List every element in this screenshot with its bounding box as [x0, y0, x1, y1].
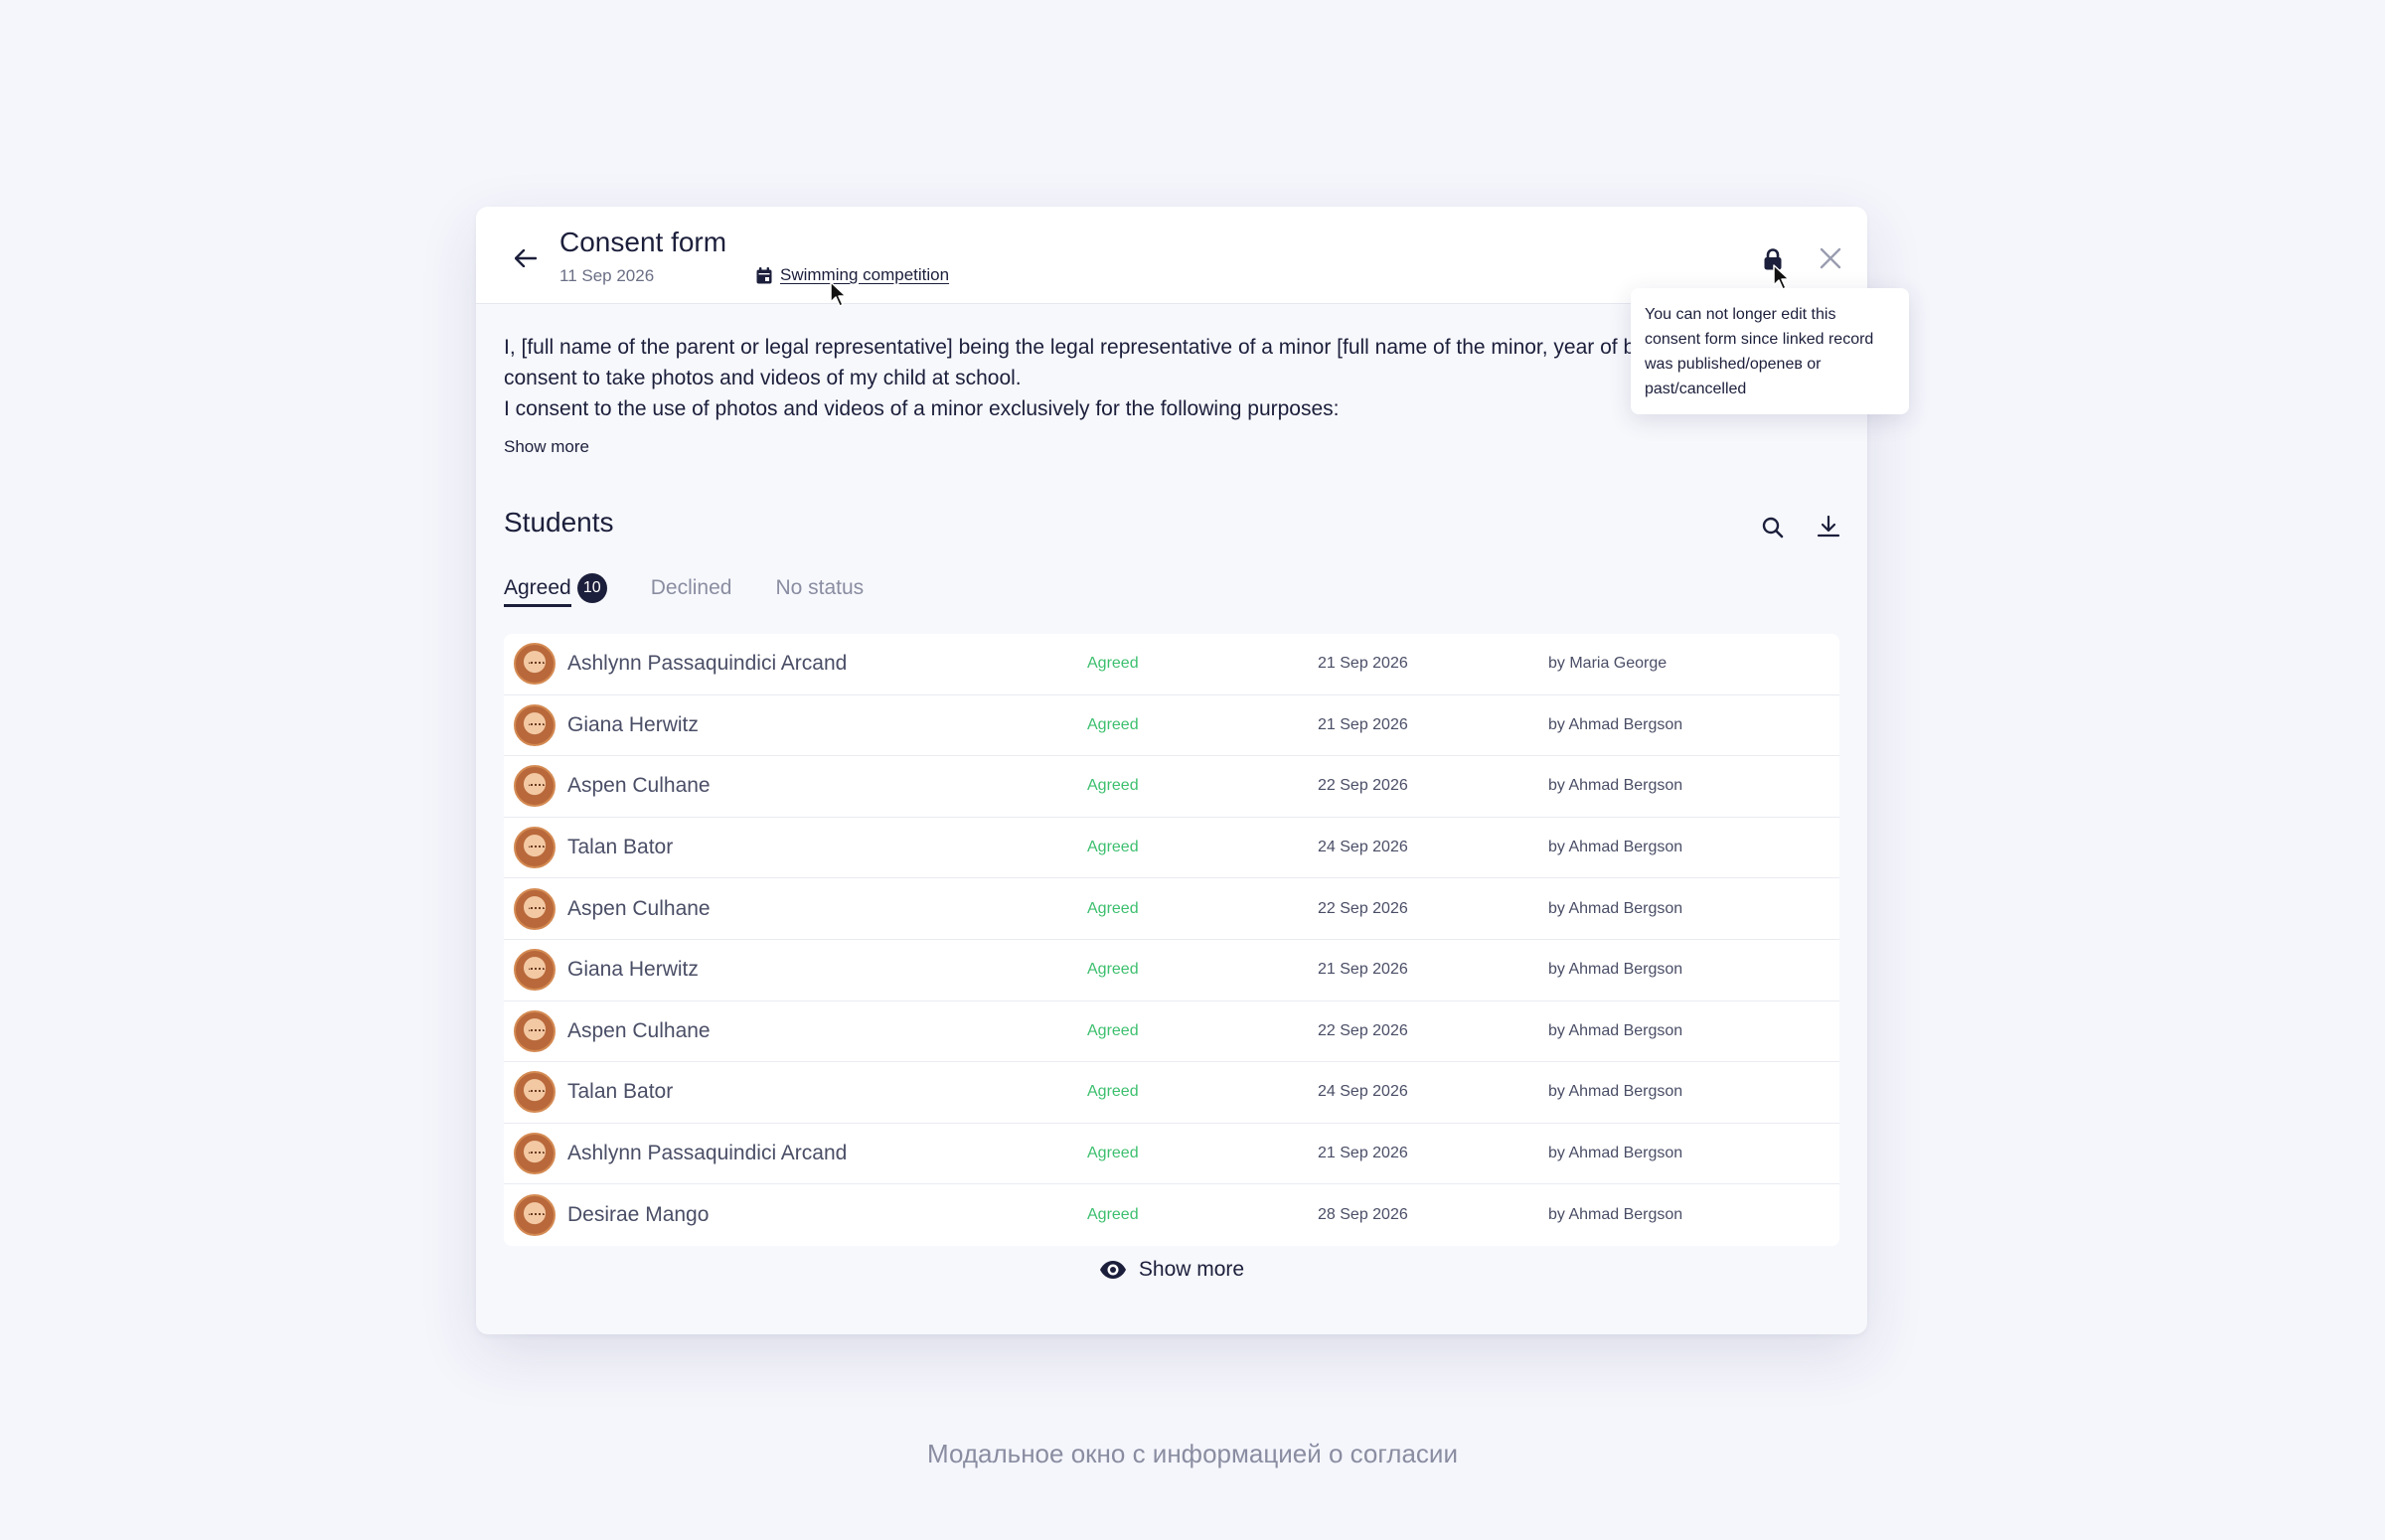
students-section-title: Students: [504, 507, 614, 538]
lock-button[interactable]: [1758, 244, 1788, 274]
close-icon: [1820, 247, 1841, 269]
status-label: Agreed: [1087, 1083, 1139, 1101]
response-date: 22 Sep 2026: [1318, 777, 1408, 795]
tab-agreed[interactable]: Agreed 10: [504, 570, 607, 607]
response-date: 28 Sep 2026: [1318, 1206, 1408, 1224]
tab-declined[interactable]: Declined: [651, 570, 732, 606]
status-label: Agreed: [1087, 1206, 1139, 1224]
responder-name: by Ahmad Bergson: [1548, 715, 1683, 733]
table-row[interactable]: Aspen Culhane Agreed 22 Sep 2026 by Ahma…: [504, 1001, 1839, 1063]
student-name: Ashlynn Passaquindici Arcand: [567, 652, 848, 676]
responder-name: by Ahmad Bergson: [1548, 839, 1683, 856]
status-label: Agreed: [1087, 899, 1139, 917]
status-label: Agreed: [1087, 1021, 1139, 1039]
table-row[interactable]: Ashlynn Passaquindici Arcand Agreed 21 S…: [504, 634, 1839, 695]
student-name: Aspen Culhane: [567, 1018, 711, 1042]
form-date: 11 Sep 2026: [559, 266, 655, 285]
avatar: [514, 887, 556, 930]
avatar: [514, 765, 556, 808]
avatar: [514, 643, 556, 686]
student-name: Talan Bator: [567, 836, 674, 859]
locked-tooltip: You can not longer edit this consent for…: [1631, 288, 1909, 414]
download-icon: [1817, 515, 1840, 538]
student-name: Aspen Culhane: [567, 896, 711, 920]
responder-name: by Ahmad Bergson: [1548, 1145, 1683, 1162]
tab-no-status[interactable]: No status: [775, 570, 864, 606]
student-name: Ashlynn Passaquindici Arcand: [567, 1142, 848, 1165]
status-label: Agreed: [1087, 715, 1139, 733]
avatar: [514, 1009, 556, 1052]
tab-agreed-label: Agreed: [504, 576, 571, 607]
arrow-left-icon: [515, 249, 537, 267]
search-icon: [1762, 517, 1784, 539]
responder-name: by Ahmad Bergson: [1548, 899, 1683, 917]
calendar-icon: [756, 266, 772, 283]
tab-no-status-label: No status: [775, 576, 865, 599]
table-row[interactable]: Ashlynn Passaquindici Arcand Agreed 21 S…: [504, 1124, 1839, 1185]
responder-name: by Maria George: [1548, 655, 1668, 673]
status-label: Agreed: [1087, 839, 1139, 856]
download-button[interactable]: [1811, 509, 1846, 544]
show-more-button[interactable]: Show more: [476, 1258, 1867, 1282]
student-name: Aspen Culhane: [567, 774, 711, 798]
table-row[interactable]: Giana Herwitz Agreed 21 Sep 2026 by Ahma…: [504, 940, 1839, 1001]
response-date: 22 Sep 2026: [1318, 1021, 1408, 1039]
response-date: 21 Sep 2026: [1318, 655, 1408, 673]
consent-show-more-link[interactable]: Show more: [504, 437, 589, 457]
avatar: [514, 703, 556, 746]
table-row[interactable]: Aspen Culhane Agreed 22 Sep 2026 by Ahma…: [504, 756, 1839, 818]
table-row[interactable]: Talan Bator Agreed 24 Sep 2026 by Ahmad …: [504, 818, 1839, 879]
responder-name: by Ahmad Bergson: [1548, 961, 1683, 979]
responder-name: by Ahmad Bergson: [1548, 1021, 1683, 1039]
avatar: [514, 1071, 556, 1114]
responder-name: by Ahmad Bergson: [1548, 1083, 1683, 1101]
eye-icon: [1099, 1261, 1126, 1279]
response-date: 21 Sep 2026: [1318, 961, 1408, 979]
search-button[interactable]: [1756, 511, 1790, 544]
status-label: Agreed: [1087, 777, 1139, 795]
response-date: 21 Sep 2026: [1318, 1145, 1408, 1162]
lock-icon: [1764, 248, 1782, 270]
table-row[interactable]: Talan Bator Agreed 24 Sep 2026 by Ahmad …: [504, 1062, 1839, 1124]
student-name: Talan Bator: [567, 1080, 674, 1104]
show-more-label: Show more: [1138, 1258, 1245, 1281]
avatar: [514, 949, 556, 992]
image-caption: Модальное окно с информацией о согласии: [927, 1439, 1458, 1468]
tab-declined-label: Declined: [650, 576, 732, 599]
table-row[interactable]: Giana Herwitz Agreed 21 Sep 2026 by Ahma…: [504, 695, 1839, 757]
linked-record-link[interactable]: Swimming competition: [756, 265, 949, 285]
student-name: Desirae Mango: [567, 1203, 710, 1227]
student-name: Giana Herwitz: [567, 712, 699, 736]
response-date: 21 Sep 2026: [1318, 715, 1408, 733]
status-label: Agreed: [1087, 655, 1139, 673]
avatar: [514, 1133, 556, 1175]
avatar: [514, 1194, 556, 1237]
students-table: Ashlynn Passaquindici Arcand Agreed 21 S…: [504, 634, 1839, 1246]
close-button[interactable]: [1813, 240, 1848, 276]
table-row[interactable]: Aspen Culhane Agreed 22 Sep 2026 by Ahma…: [504, 878, 1839, 940]
table-row[interactable]: Desirae Mango Agreed 28 Sep 2026 by Ahma…: [504, 1184, 1839, 1246]
student-name: Giana Herwitz: [567, 958, 699, 982]
avatar: [514, 827, 556, 869]
linked-record-label: Swimming competition: [780, 265, 950, 284]
response-date: 24 Sep 2026: [1318, 1083, 1408, 1101]
status-label: Agreed: [1087, 961, 1139, 979]
back-button[interactable]: [506, 238, 546, 278]
page-title: Consent form: [559, 227, 727, 257]
responder-name: by Ahmad Bergson: [1548, 777, 1683, 795]
status-tabs: Agreed 10 Declined No status: [504, 570, 864, 614]
status-label: Agreed: [1087, 1145, 1139, 1162]
responder-name: by Ahmad Bergson: [1548, 1206, 1683, 1224]
response-date: 22 Sep 2026: [1318, 899, 1408, 917]
response-date: 24 Sep 2026: [1318, 839, 1408, 856]
agreed-count-badge: 10: [576, 573, 607, 603]
